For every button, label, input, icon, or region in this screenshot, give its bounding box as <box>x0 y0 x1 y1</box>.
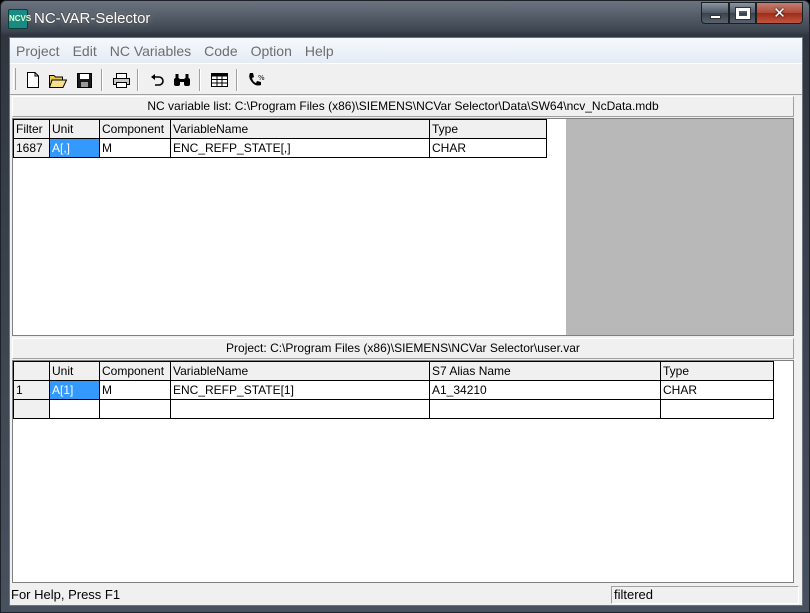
minimize-button[interactable] <box>701 2 729 24</box>
cell-variable-name[interactable]: ENC_REFP_STATE[1] <box>170 380 430 400</box>
menu-option[interactable]: Option <box>245 43 299 59</box>
binoculars-find-icon <box>174 74 190 86</box>
project-header: Project: C:\Program Files (x86)\SIEMENS\… <box>12 338 794 359</box>
menu-nc-variables[interactable]: NC Variables <box>104 43 198 59</box>
row-filter-count[interactable]: 1687 <box>13 138 50 158</box>
toolbar-separator <box>199 69 201 91</box>
print-button[interactable] <box>110 69 132 91</box>
status-filter-indicator: filtered <box>611 586 799 604</box>
menu-project[interactable]: Project <box>10 43 67 59</box>
save-icon <box>76 72 92 88</box>
menu-bar: Project Edit NC Variables Code Option He… <box>10 38 802 63</box>
nc-variable-grid[interactable]: Filter Unit Component VariableName Type … <box>12 118 794 336</box>
cell-s7-alias[interactable] <box>429 399 661 419</box>
column-header-component[interactable]: Component <box>99 361 171 381</box>
column-header-s7-alias[interactable]: S7 Alias Name <box>429 361 661 381</box>
project-variable-table: Unit Component VariableName S7 Alias Nam… <box>13 361 774 419</box>
connect-button[interactable]: % <box>245 69 267 91</box>
cell-type[interactable]: CHAR <box>429 138 547 158</box>
caption-buttons: ✕ <box>701 2 803 24</box>
row-number[interactable]: 1 <box>13 380 50 400</box>
print-icon <box>112 72 130 88</box>
cell-variable-name[interactable] <box>170 399 430 419</box>
table-button[interactable] <box>208 69 230 91</box>
column-header-row-number[interactable] <box>13 361 50 381</box>
cell-type[interactable]: CHAR <box>660 380 774 400</box>
status-help-text: For Help, Press F1 <box>11 587 121 602</box>
maximize-icon <box>734 6 751 20</box>
title-bar[interactable]: NCVS NC-VAR-Selector ✕ <box>1 1 809 37</box>
table-header-row: Filter Unit Component VariableName Type <box>13 119 547 139</box>
new-file-button[interactable] <box>22 69 44 91</box>
close-icon: ✕ <box>773 5 786 22</box>
status-bar: For Help, Press F1 filtered <box>10 585 802 605</box>
undo-button[interactable] <box>146 69 168 91</box>
phone-link-icon: % <box>249 73 265 86</box>
cell-type[interactable] <box>660 399 774 419</box>
nc-list-header: NC variable list: C:\Program Files (x86)… <box>12 96 794 117</box>
svg-text:%: % <box>258 74 265 82</box>
find-button[interactable] <box>171 69 193 91</box>
table-icon <box>210 73 228 87</box>
nc-variable-table: Filter Unit Component VariableName Type … <box>13 119 547 158</box>
toolbar-separator <box>101 69 103 91</box>
column-header-filter[interactable]: Filter <box>13 119 50 139</box>
app-window: NCVS NC-VAR-Selector ✕ Project Edit NC V… <box>0 0 810 613</box>
menu-code[interactable]: Code <box>198 43 244 59</box>
row-number[interactable] <box>13 399 50 419</box>
toolbar-grip[interactable] <box>13 68 16 90</box>
save-button[interactable] <box>73 69 95 91</box>
project-variable-grid[interactable]: Unit Component VariableName S7 Alias Nam… <box>12 360 794 583</box>
cell-variable-name[interactable]: ENC_REFP_STATE[,] <box>170 138 430 158</box>
column-header-unit[interactable]: Unit <box>49 119 100 139</box>
menu-help[interactable]: Help <box>299 43 341 59</box>
client-area: Project Edit NC Variables Code Option He… <box>9 37 803 606</box>
toolbar-separator <box>236 69 238 91</box>
column-header-variable-name[interactable]: VariableName <box>170 361 430 381</box>
minimize-icon <box>709 15 721 19</box>
undo-icon <box>151 74 164 86</box>
close-button[interactable]: ✕ <box>756 2 803 24</box>
new-file-icon <box>27 72 39 88</box>
column-header-unit[interactable]: Unit <box>49 361 100 381</box>
column-header-type[interactable]: Type <box>660 361 774 381</box>
cell-component[interactable]: M <box>99 138 171 158</box>
column-header-variable-name[interactable]: VariableName <box>170 119 430 139</box>
cell-unit[interactable]: A[1] <box>49 380 100 400</box>
cell-component[interactable] <box>99 399 171 419</box>
table-row[interactable]: 1687 A[,] M ENC_REFP_STATE[,] CHAR <box>13 138 547 158</box>
menu-edit[interactable]: Edit <box>67 43 104 59</box>
window-title: NC-VAR-Selector <box>34 10 151 27</box>
table-row-empty[interactable] <box>13 399 774 419</box>
column-header-type[interactable]: Type <box>429 119 547 139</box>
table-header-row: Unit Component VariableName S7 Alias Nam… <box>13 361 774 381</box>
toolbar-separator <box>137 69 139 91</box>
cell-unit[interactable]: A[,] <box>49 138 100 158</box>
cell-s7-alias[interactable]: A1_34210 <box>429 380 661 400</box>
toolbar: % <box>10 63 802 95</box>
table-row[interactable]: 1 A[1] M ENC_REFP_STATE[1] A1_34210 CHAR <box>13 380 774 400</box>
app-icon[interactable]: NCVS <box>8 9 31 29</box>
open-button[interactable] <box>47 69 69 91</box>
maximize-button[interactable] <box>729 2 756 24</box>
column-header-component[interactable]: Component <box>99 119 171 139</box>
cell-unit[interactable] <box>49 399 100 419</box>
open-folder-icon <box>49 74 67 88</box>
grid-empty-area <box>566 119 793 335</box>
cell-component[interactable]: M <box>99 380 171 400</box>
